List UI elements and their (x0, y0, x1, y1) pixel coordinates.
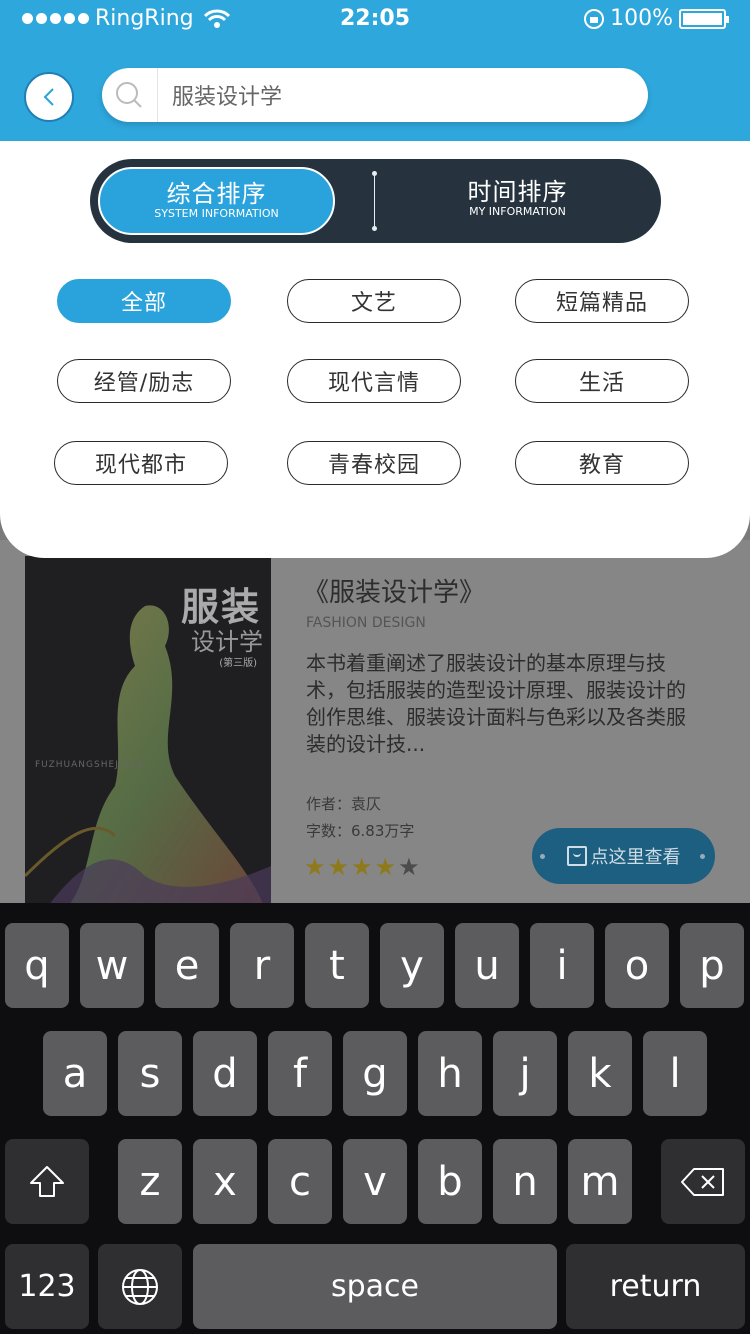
key-p[interactable]: p (680, 923, 744, 1008)
star-icon: ★ (304, 853, 328, 881)
tab-label: 综合排序 (166, 180, 267, 208)
keyboard: q w e r t y u i o p a s d f g h j k l z … (0, 903, 750, 1334)
star-icon: ★ (351, 853, 375, 881)
key-h[interactable]: h (418, 1031, 482, 1116)
star-icon: ★ (398, 853, 422, 881)
search-input[interactable] (172, 68, 632, 122)
key-q[interactable]: q (5, 923, 69, 1008)
dot-icon (540, 854, 545, 859)
shift-key[interactable] (5, 1139, 89, 1224)
book-author: 作者：袁仄 (306, 795, 382, 813)
key-n[interactable]: n (493, 1139, 557, 1224)
book-cover-image: 服装 设计学 (第三版) FUZHUANGSHEJIXUE (25, 556, 271, 910)
sort-toggle: 综合排序 SYSTEM INFORMATION 时间排序 MY INFORMAT… (90, 159, 661, 243)
book-card[interactable]: 服装 设计学 (第三版) FUZHUANGSHEJIXUE 《服装设计学》 FA… (0, 540, 750, 910)
status-bar: RingRing 22:05 100% (0, 0, 750, 40)
key-b[interactable]: b (418, 1139, 482, 1224)
tab-sublabel: SYSTEM INFORMATION (154, 207, 279, 220)
return-key[interactable]: return (566, 1244, 745, 1329)
key-a[interactable]: a (43, 1031, 107, 1116)
star-icon: ★ (374, 853, 399, 881)
rating-stars: ★★★★★ (304, 853, 422, 881)
tab-divider (372, 171, 377, 231)
key-m[interactable]: m (568, 1139, 632, 1224)
category-chip[interactable]: 现代言情 (287, 359, 461, 403)
dot-icon (700, 854, 705, 859)
key-s[interactable]: s (118, 1031, 182, 1116)
key-l[interactable]: l (643, 1031, 707, 1116)
category-chip[interactable]: 生活 (515, 359, 689, 403)
key-z[interactable]: z (118, 1139, 182, 1224)
backspace-key[interactable] (661, 1139, 745, 1224)
header-bar: RingRing 22:05 100% (0, 0, 750, 141)
key-i[interactable]: i (530, 923, 594, 1008)
category-chip[interactable]: 短篇精品 (515, 279, 689, 323)
category-chip[interactable]: 青春校园 (287, 441, 461, 485)
key-f[interactable]: f (268, 1031, 332, 1116)
key-e[interactable]: e (155, 923, 219, 1008)
book-title: 《服装设计学》 (303, 578, 486, 608)
view-button-label: 点这里查看 (590, 847, 681, 868)
tab-sublabel: MY INFORMATION (469, 205, 566, 218)
tab-comprehensive-sort[interactable]: 综合排序 SYSTEM INFORMATION (98, 167, 335, 235)
key-d[interactable]: d (193, 1031, 257, 1116)
space-key[interactable]: space (193, 1244, 557, 1329)
category-chip[interactable]: 现代都市 (54, 441, 228, 485)
key-y[interactable]: y (380, 923, 444, 1008)
globe-key[interactable] (98, 1244, 182, 1329)
bag-icon (566, 846, 587, 866)
category-chip[interactable]: 文艺 (287, 279, 461, 323)
battery-icon (679, 8, 729, 29)
tab-time-sort[interactable]: 时间排序 MY INFORMATION (390, 167, 645, 235)
book-description: 本书着重阐述了服装设计的基本原理与技术，包括服装的造型设计原理、服装设计的创作思… (306, 651, 686, 756)
shift-icon (30, 1165, 64, 1197)
book-subtitle: FASHION DESIGN (306, 615, 426, 631)
category-chip[interactable]: 经管/励志 (57, 359, 231, 403)
battery-percent: 100% (610, 6, 673, 31)
cover-edition: (第三版) (219, 658, 257, 669)
key-o[interactable]: o (605, 923, 669, 1008)
cover-pinyin: FUZHUANGSHEJIXUE (35, 760, 144, 770)
key-g[interactable]: g (343, 1031, 407, 1116)
key-v[interactable]: v (343, 1139, 407, 1224)
key-w[interactable]: w (80, 923, 144, 1008)
star-icon: ★ (327, 853, 352, 881)
category-chip[interactable]: 教育 (515, 441, 689, 485)
search-icon (116, 82, 142, 108)
category-chip[interactable]: 全部 (57, 279, 231, 323)
numbers-key[interactable]: 123 (5, 1244, 89, 1329)
key-u[interactable]: u (455, 923, 519, 1008)
key-j[interactable]: j (493, 1031, 557, 1116)
view-book-button[interactable]: 点这里查看 (532, 828, 715, 884)
book-word-count: 字数：6.83万字 (306, 822, 415, 840)
tab-label: 时间排序 (467, 178, 568, 206)
key-r[interactable]: r (230, 923, 294, 1008)
key-c[interactable]: c (268, 1139, 332, 1224)
globe-icon (122, 1268, 158, 1305)
search-bar[interactable] (102, 68, 648, 122)
back-button[interactable] (24, 72, 74, 122)
filter-panel: 综合排序 SYSTEM INFORMATION 时间排序 MY INFORMAT… (0, 141, 750, 558)
search-divider (157, 68, 158, 122)
backspace-icon (681, 1167, 724, 1196)
chevron-left-icon (43, 88, 54, 106)
rotation-lock-icon (584, 8, 605, 29)
key-t[interactable]: t (305, 923, 369, 1008)
key-k[interactable]: k (568, 1031, 632, 1116)
cover-subtitle: 设计学 (191, 628, 263, 656)
key-x[interactable]: x (193, 1139, 257, 1224)
